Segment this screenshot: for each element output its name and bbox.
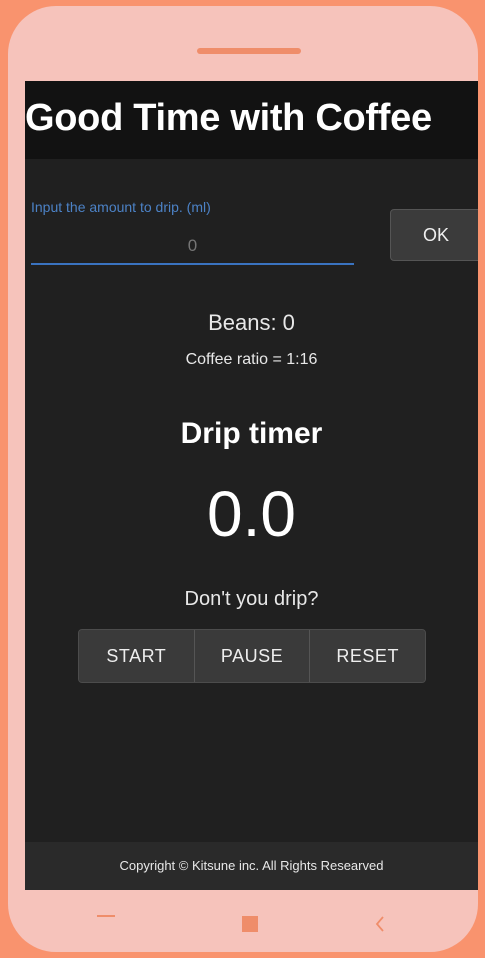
menu-icon[interactable] [95, 910, 117, 922]
reset-button[interactable]: RESET [310, 630, 425, 682]
menu-icon-bar [97, 915, 115, 917]
back-icon[interactable] [372, 914, 388, 934]
amount-field-label: Input the amount to drip. (ml) [31, 199, 211, 215]
phone-frame: Good Time with Coffee Input the amount t… [8, 6, 478, 952]
app-bar: Good Time with Coffee [25, 81, 478, 159]
start-button[interactable]: START [79, 630, 195, 682]
pause-button[interactable]: PAUSE [194, 630, 311, 682]
timer-display: 0.0 [207, 478, 296, 550]
ok-button[interactable]: OK [390, 209, 478, 261]
drip-prompt: Don't you drip? [184, 588, 319, 610]
copyright-footer: Copyright © Kitsune inc. All Rights Rese… [25, 842, 478, 890]
home-icon[interactable] [242, 916, 258, 932]
coffee-ratio-text: Coffee ratio = 1:16 [185, 351, 318, 368]
back-icon-glyph [375, 916, 384, 932]
amount-input[interactable] [31, 229, 354, 265]
app-title: Good Time with Coffee [25, 97, 432, 139]
home-icon-square [242, 916, 258, 932]
drip-timer-heading: Drip timer [180, 417, 323, 450]
beans-text: Beans: 0 [208, 310, 295, 335]
app-screen: Good Time with Coffee Input the amount t… [25, 81, 478, 890]
timer-controls: START PAUSE RESET [78, 629, 426, 683]
speaker-grille [197, 48, 301, 54]
